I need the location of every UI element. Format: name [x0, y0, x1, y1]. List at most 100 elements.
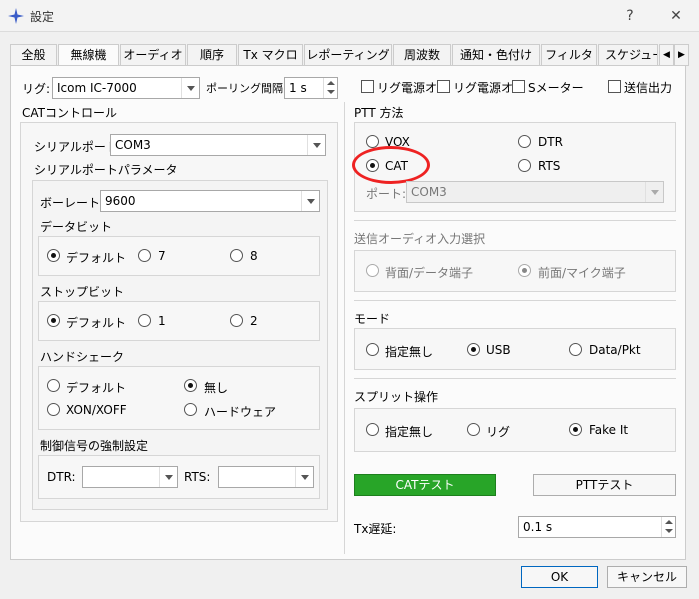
cancel-button[interactable]: キャンセル	[607, 566, 687, 588]
mode-none-radio[interactable]	[366, 343, 379, 356]
data-bits-7-radio[interactable]	[138, 249, 151, 262]
audio-front-label: 前面/マイク端子	[538, 266, 626, 280]
rig-select[interactable]: Icom IC-7000	[52, 77, 200, 99]
ptt-port-select[interactable]: COM3	[406, 181, 664, 203]
stop-bits-1-label: 1	[158, 314, 166, 328]
highlight-annotation	[352, 146, 430, 184]
spin-up-icon[interactable]	[323, 78, 337, 88]
split-fake-label: Fake It	[589, 423, 629, 437]
ptt-rts-label: RTS	[538, 159, 561, 173]
tx-delay-value: 0.1 s	[523, 520, 553, 534]
chevron-down-icon	[181, 78, 199, 98]
data-bits-default-label: デフォルト	[66, 251, 127, 265]
mode-data-label: Data/Pkt	[589, 343, 641, 357]
data-bits-title: データビット	[40, 220, 113, 234]
handshake-xon-radio[interactable]	[47, 403, 60, 416]
baud-select[interactable]: 9600	[100, 190, 320, 212]
ptt-vox-radio[interactable]	[366, 135, 379, 148]
tx-power-checkbox[interactable]	[608, 80, 621, 93]
tab-sequence[interactable]: 順序	[187, 44, 237, 65]
ptt-test-button[interactable]: PTTテスト	[533, 474, 676, 496]
tab-general[interactable]: 全般	[10, 44, 57, 65]
stop-bits-default-label: デフォルト	[66, 316, 127, 330]
data-bits-8-radio[interactable]	[230, 249, 243, 262]
stop-bits-default-radio[interactable]	[47, 314, 60, 327]
tab-scroll-right-icon[interactable]: ▶	[674, 44, 689, 66]
s-meter-checkbox[interactable]	[512, 80, 525, 93]
audio-rear-radio[interactable]	[366, 264, 379, 277]
tab-frequency[interactable]: 周波数	[393, 44, 451, 65]
handshake-hardware-radio[interactable]	[184, 403, 197, 416]
serial-port-select[interactable]: COM3	[110, 134, 326, 156]
ptt-dtr-radio[interactable]	[518, 135, 531, 148]
ok-button[interactable]: OK	[521, 566, 598, 588]
spin-up-icon[interactable]	[661, 517, 675, 527]
rig-power-on-label: リグ電源オ	[377, 81, 438, 95]
ptt-rts-radio[interactable]	[518, 159, 531, 172]
dtr-label: DTR:	[47, 470, 76, 484]
tab-scroll-left-icon[interactable]: ◀	[659, 44, 674, 66]
split-none-label: 指定無し	[385, 425, 434, 439]
data-bits-8-label: 8	[250, 249, 258, 263]
baud-label: ボーレート:	[40, 196, 105, 210]
handshake-none-radio[interactable]	[184, 379, 197, 392]
split-rig-radio[interactable]	[467, 423, 480, 436]
rig-power-off-checkbox[interactable]	[437, 80, 450, 93]
handshake-title: ハンドシェーク	[40, 350, 125, 364]
tx-delay-label: Tx遅延:	[354, 522, 397, 536]
close-button[interactable]: ✕	[662, 4, 690, 28]
handshake-group	[38, 366, 320, 430]
tab-reporting[interactable]: レポーティング	[304, 44, 392, 65]
mode-usb-label: USB	[486, 343, 511, 357]
stop-bits-2-radio[interactable]	[230, 314, 243, 327]
rts-label: RTS:	[184, 470, 211, 484]
rts-select[interactable]	[218, 466, 314, 488]
serial-port-value: COM3	[115, 138, 151, 152]
tx-delay-spin[interactable]: 0.1 s	[518, 516, 676, 538]
tab-tx-macro[interactable]: Tx マクロ	[238, 44, 303, 65]
tab-radio[interactable]: 無線機	[58, 44, 119, 65]
tx-power-label: 送信出力	[624, 81, 673, 95]
handshake-none-label: 無し	[204, 381, 229, 395]
chevron-down-icon	[159, 467, 177, 487]
split-title: スプリット操作	[354, 390, 439, 404]
handshake-xon-label: XON/XOFF	[66, 403, 127, 417]
column-divider	[344, 102, 345, 554]
polling-interval-spin[interactable]: 1 s	[284, 77, 338, 99]
rig-value: Icom IC-7000	[57, 81, 137, 95]
data-bits-default-radio[interactable]	[47, 249, 60, 262]
separator	[354, 300, 676, 301]
audio-source-title: 送信オーディオ入力選択	[354, 232, 486, 246]
spin-down-icon[interactable]	[323, 88, 337, 98]
help-button[interactable]: ?	[616, 4, 644, 28]
ptt-port-label: ポート:	[366, 187, 407, 201]
dtr-select[interactable]	[82, 466, 178, 488]
cat-test-button[interactable]: CATテスト	[354, 474, 496, 496]
mode-usb-radio[interactable]	[467, 343, 480, 356]
audio-rear-label: 背面/データ端子	[385, 266, 474, 280]
mode-data-radio[interactable]	[569, 343, 582, 356]
tab-audio[interactable]: オーディオ	[120, 44, 186, 65]
s-meter-label: Sメーター	[528, 81, 584, 95]
stop-bits-2-label: 2	[250, 314, 258, 328]
window-title: 設定	[30, 10, 55, 24]
chevron-down-icon	[301, 191, 319, 211]
split-none-radio[interactable]	[366, 423, 379, 436]
rig-power-on-checkbox[interactable]	[361, 80, 374, 93]
split-rig-label: リグ	[486, 425, 511, 439]
separator	[354, 220, 676, 221]
app-star-icon	[8, 8, 24, 24]
polling-value: 1 s	[289, 81, 307, 95]
data-bits-7-label: 7	[158, 249, 166, 263]
split-fake-radio[interactable]	[569, 423, 582, 436]
ptt-title: PTT 方法	[354, 106, 404, 120]
tab-scheduler[interactable]: スケジューラ	[598, 44, 658, 65]
chevron-down-icon	[295, 467, 313, 487]
stop-bits-1-radio[interactable]	[138, 314, 151, 327]
tab-filter[interactable]: フィルタ	[541, 44, 597, 65]
audio-front-radio[interactable]	[518, 264, 531, 277]
handshake-default-radio[interactable]	[47, 379, 60, 392]
tab-notification[interactable]: 通知・色付け	[452, 44, 540, 65]
spin-down-icon[interactable]	[661, 527, 675, 537]
mode-title: モード	[354, 312, 391, 326]
